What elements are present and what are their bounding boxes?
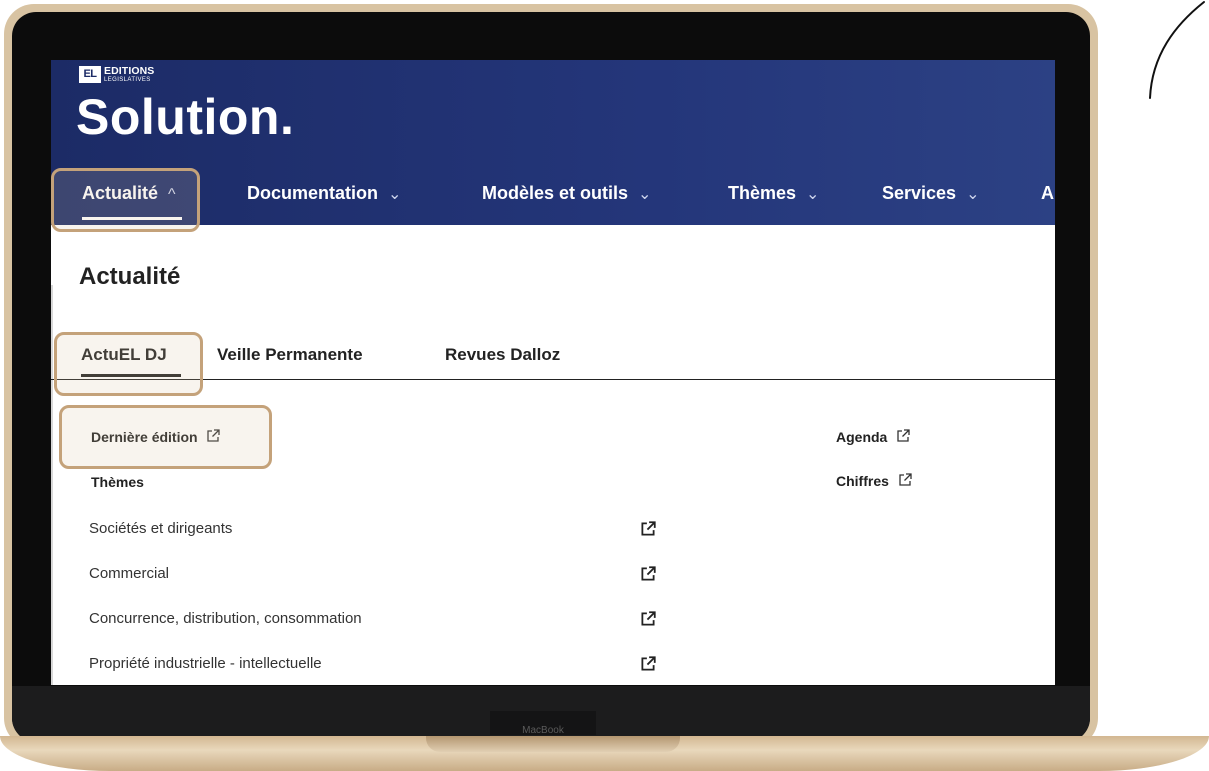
nav-item-themes[interactable]: Thèmes ⌄ [728,183,819,213]
highlight-actuel-dj-tab [54,332,203,396]
link-label: Chiffres [836,473,889,489]
laptop-notch [426,736,680,752]
agenda-link[interactable]: Agenda [836,428,911,445]
theme-label: Sociétés et dirigeants [89,520,233,537]
highlight-actualite-nav [51,168,200,232]
theme-item-commercial[interactable]: Commercial [89,565,669,589]
nav-item-label: Thèmes [728,183,797,203]
pen-stroke-decoration [1149,1,1205,99]
external-link-icon [899,473,912,486]
theme-label: Commercial [89,565,170,582]
logo-mark: EL [79,66,101,83]
external-link-icon [641,656,656,671]
external-link-icon [897,429,910,442]
highlight-derniere-edition [59,405,272,469]
nav-item-label: A [1041,183,1054,203]
theme-label: Propriété industrielle - intellectuelle [89,655,322,672]
page-title: Actualité [79,263,181,290]
tab-veille-permanente[interactable]: Veille Permanente [217,345,363,365]
chevron-down-icon: ⌄ [806,186,820,203]
nav-item-label: Documentation [247,183,379,203]
nav-item-documentation[interactable]: Documentation ⌄ [247,183,401,213]
product-title[interactable]: Solution. [76,88,294,146]
site-header: EL EDITIONS LEGISLATIVES Solution. Actua… [51,60,1055,225]
logo-name: EDITIONS [104,65,155,77]
themes-heading: Thèmes [91,474,144,490]
chevron-down-icon: ⌄ [966,186,980,203]
device-brand-label: MacBook [490,711,596,735]
chevron-down-icon: ⌄ [388,186,402,203]
nav-item-modeles-outils[interactable]: Modèles et outils ⌄ [482,183,651,213]
theme-label: Concurrence, distribution, consommation [89,610,362,627]
chevron-down-icon: ⌄ [638,186,652,203]
logo-subname: LEGISLATIVES [104,77,151,83]
nav-item-truncated[interactable]: A [1041,183,1054,213]
chiffres-link[interactable]: Chiffres [836,472,913,489]
external-link-icon [641,566,656,581]
main-nav: Actualité ^ Documentation ⌄ Modèles et out… [51,183,1055,220]
nav-item-label: Modèles et outils [482,183,629,203]
theme-item-concurrence[interactable]: Concurrence, distribution, consommation [89,610,669,634]
nav-item-label: Services [882,183,957,203]
theme-item-societes-dirigeants[interactable]: Sociétés et dirigeants [89,520,669,544]
theme-item-propriete[interactable]: Propriété industrielle - intellectuelle [89,655,669,679]
link-label: Agenda [836,429,888,445]
external-link-icon [641,611,656,626]
tab-revues-dalloz[interactable]: Revues Dalloz [445,345,560,365]
external-link-icon [641,521,656,536]
nav-item-services[interactable]: Services ⌄ [882,183,979,213]
